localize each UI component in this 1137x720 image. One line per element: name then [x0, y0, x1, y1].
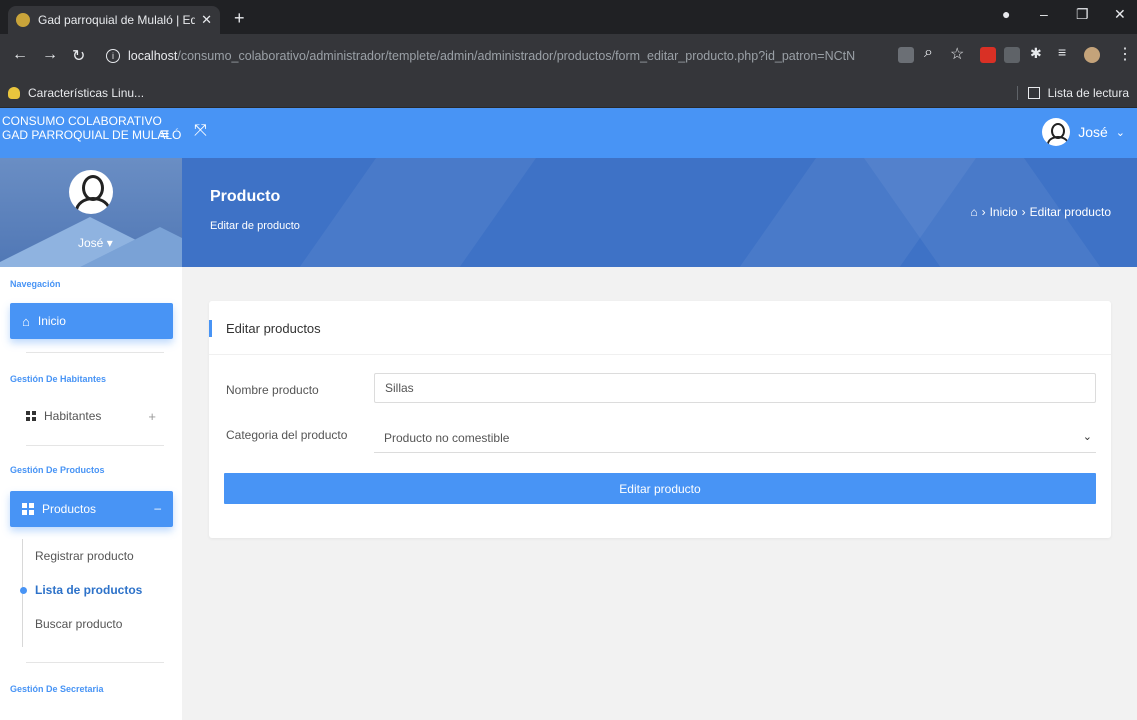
page-title: Producto [210, 188, 281, 205]
card-title: Editar productos [226, 321, 321, 336]
caret-down-icon: ▾ [106, 236, 113, 250]
url-host: localhost [128, 49, 178, 63]
user-menu[interactable]: José ⌄ [1042, 118, 1125, 146]
tab-title: Gad parroquial de Mulaló | Editar [38, 13, 196, 27]
extension-icon[interactable] [980, 47, 996, 63]
zoom-icon[interactable]: ⌕ [924, 44, 933, 62]
brand-line-1: CONSUMO COLABORATIVO [2, 114, 162, 128]
translate-icon[interactable] [898, 47, 914, 63]
minus-icon: – [154, 501, 161, 515]
grid-icon [22, 503, 34, 515]
url-path: /consumo_colaborativo/administrador/temp… [177, 49, 856, 63]
media-icon[interactable]: ≡ [1058, 44, 1066, 60]
bookmark-label: Características Linu... [28, 86, 145, 100]
decor-shape [249, 158, 551, 267]
sidebar: Navegación ⌂ Inicio Gestión De Habitante… [0, 267, 182, 720]
category-value: Producto no comestible [384, 430, 510, 445]
sidebar-item-label: Habitantes [44, 409, 102, 423]
grid-icon [26, 411, 36, 421]
reload-icon[interactable]: ↻ [72, 46, 85, 66]
avatar [1042, 118, 1071, 146]
submenu-productos: Registrar producto Lista de productos Bu… [20, 539, 172, 647]
app-header: CONSUMO COLABORATIVO GAD PARROQUIAL DE M… [0, 108, 1137, 158]
window-close-icon[interactable]: ✕ [1114, 6, 1126, 23]
favicon-icon [16, 13, 30, 27]
sidebar-item-inicio[interactable]: ⌂ Inicio [10, 303, 173, 339]
sidebar-item-label: Inicio [37, 314, 66, 328]
tab-close-icon[interactable]: ✕ [201, 12, 212, 28]
profile-avatar-icon[interactable] [1084, 47, 1100, 63]
puzzle-icon[interactable]: ✱ [1030, 45, 1042, 62]
fullscreen-icon[interactable]: ⤧ [194, 122, 207, 140]
accent-bar [209, 320, 212, 337]
plus-icon: + [148, 408, 156, 424]
page-subtitle: Editar de producto [210, 220, 300, 232]
browser-tab[interactable]: Gad parroquial de Mulaló | Editar ✕ [8, 6, 220, 34]
divider [26, 445, 164, 446]
reading-list-button[interactable]: Lista de lectura [1016, 86, 1129, 100]
submenu-item-registrar[interactable]: Registrar producto [35, 549, 134, 563]
reading-list-label: Lista de lectura [1047, 86, 1129, 100]
brand[interactable]: CONSUMO COLABORATIVO GAD PARROQUIAL DE M… [0, 108, 182, 158]
section-title-navigation: Navegación [10, 279, 61, 289]
submenu-item-lista[interactable]: Lista de productos [20, 583, 143, 597]
sidebar-profile: José ▾ [0, 158, 182, 267]
profile-circle-icon[interactable]: ● [1002, 6, 1010, 22]
section-title-habitantes: Gestión De Habitantes [10, 374, 107, 384]
back-icon[interactable]: ← [12, 46, 28, 64]
hamburger-icon[interactable]: ≡ [160, 126, 169, 144]
minimize-icon[interactable]: – [1040, 6, 1048, 22]
breadcrumb-separator: › [981, 205, 986, 219]
page-banner: José ▾ Producto Editar de producto ⌂ › I… [0, 158, 1137, 267]
breadcrumb-current: Editar producto [1029, 205, 1111, 219]
sidebar-user-menu[interactable]: José ▾ [78, 236, 113, 250]
card-header: Editar productos [209, 301, 1111, 355]
product-name-input[interactable]: Sillas [374, 373, 1096, 403]
divider [26, 662, 164, 663]
submenu-item-buscar[interactable]: Buscar producto [35, 617, 122, 631]
home-icon[interactable]: ⌂ [970, 205, 977, 219]
sidebar-item-productos[interactable]: Productos – [10, 491, 173, 527]
bookmark-star-icon[interactable]: ☆ [950, 44, 964, 64]
breadcrumb-separator: › [1021, 205, 1026, 219]
address-bar: ← → ↻ i localhost /consumo_colaborativo/… [0, 34, 1137, 78]
section-title-productos: Gestión De Productos [10, 465, 105, 475]
sidebar-user-name: José [78, 236, 104, 250]
user-name: José [1078, 124, 1108, 140]
edit-product-card: Editar productos Nombre producto Sillas … [209, 301, 1111, 538]
restore-icon[interactable]: ❐ [1076, 6, 1089, 23]
new-tab-icon[interactable]: + [234, 8, 245, 29]
category-label: Categoria del producto [226, 428, 348, 442]
breadcrumb-home[interactable]: Inicio [990, 205, 1018, 219]
info-icon[interactable]: i [106, 49, 120, 63]
chevron-down-icon: ⌄ [1082, 431, 1092, 443]
home-icon: ⌂ [22, 313, 30, 329]
reading-list-icon [1027, 87, 1040, 99]
url-field[interactable]: i localhost /consumo_colaborativo/admini… [102, 41, 962, 71]
bookmarks-bar: Características Linu... Lista de lectura [0, 78, 1137, 108]
divider [26, 352, 164, 353]
sidebar-item-label: Productos [42, 502, 97, 516]
menu-dots-icon[interactable]: ⋮ [1117, 44, 1133, 64]
product-name-label: Nombre producto [226, 383, 319, 397]
sidebar-item-habitantes[interactable]: Habitantes + [26, 408, 176, 424]
linux-icon [8, 87, 20, 99]
breadcrumb: ⌂ › Inicio › Editar producto [970, 205, 1111, 219]
edit-product-button[interactable]: Editar producto [224, 473, 1096, 504]
section-title-secretaria: Gestión De Secretaria [10, 684, 104, 694]
browser-tab-bar: Gad parroquial de Mulaló | Editar ✕ + ● … [0, 0, 1137, 34]
chevron-down-icon: ⌄ [1115, 126, 1125, 139]
active-dot-icon [20, 587, 27, 594]
submenu-item-label: Lista de productos [35, 583, 143, 597]
brand-line-2: GAD PARROQUIAL DE MULALÓ [2, 128, 182, 142]
category-select[interactable]: Producto no comestible ⌄ [374, 423, 1096, 453]
bookmark-item[interactable]: Características Linu... [8, 86, 144, 100]
avatar [69, 170, 113, 214]
forward-icon[interactable]: → [42, 46, 58, 64]
extension-icon[interactable] [1004, 47, 1020, 63]
